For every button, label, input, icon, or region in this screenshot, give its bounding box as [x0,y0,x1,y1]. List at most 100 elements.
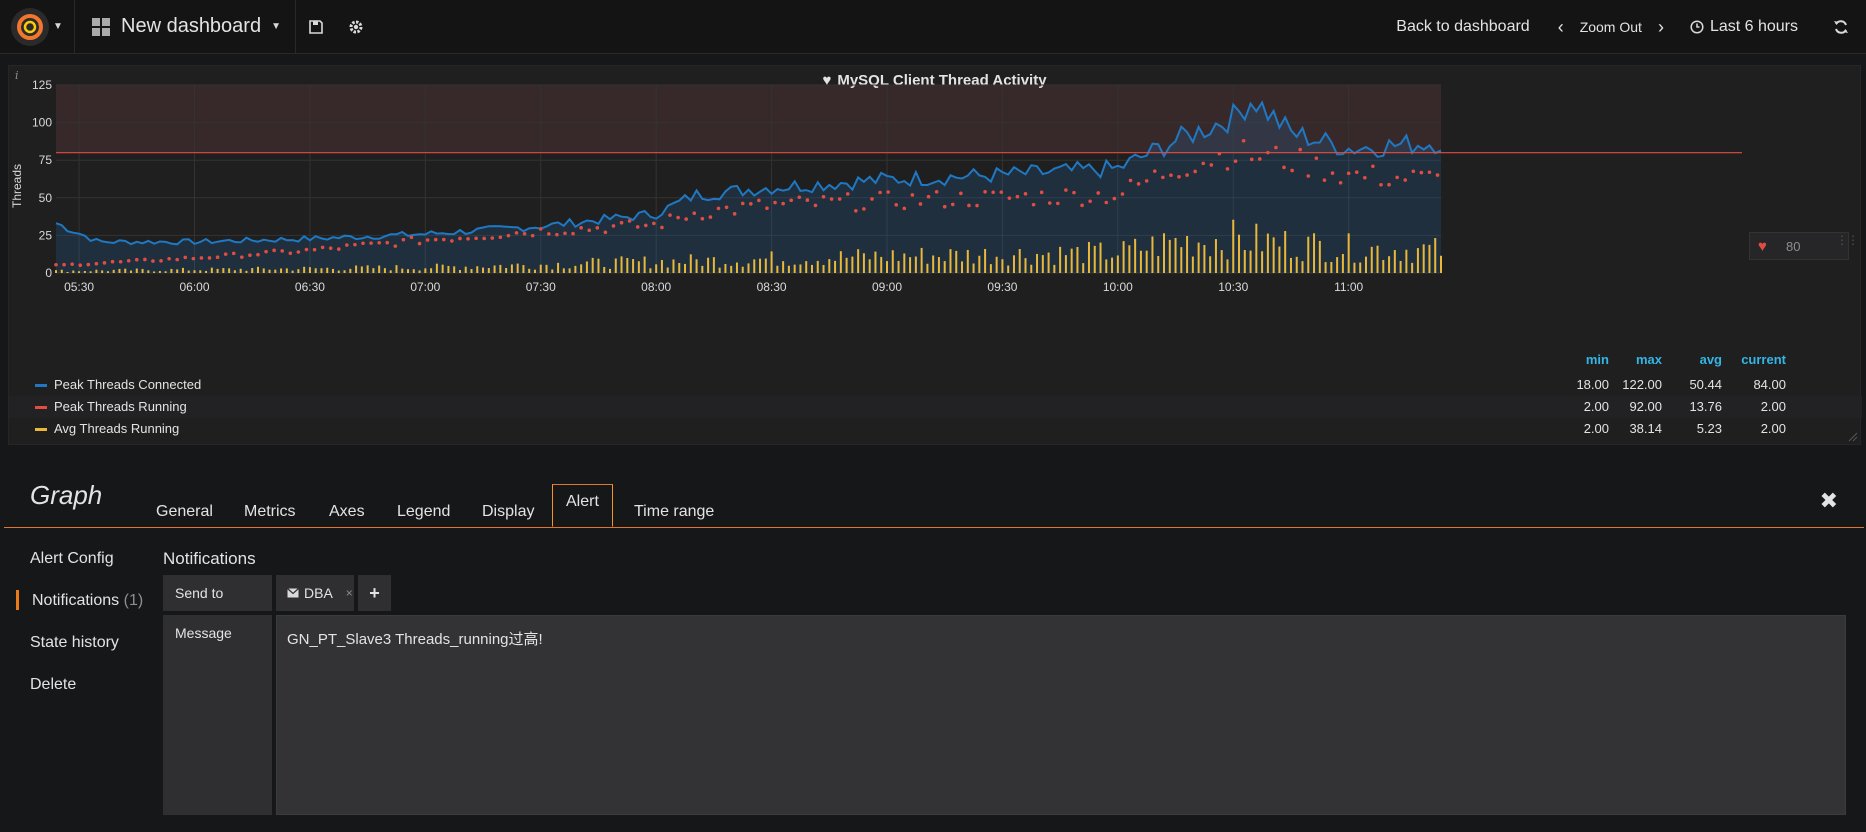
legend-row[interactable]: Peak Threads Connected 18.00 122.00 50.4… [9,374,1862,396]
legend-header-avg[interactable]: avg [1669,352,1722,367]
series-max: 92.00 [1629,399,1662,414]
series-point-peak-threads-running [62,262,66,267]
series-bar-avg-threads-running [1440,255,1442,273]
series-bar-avg-threads-running [551,269,554,273]
series-bar-avg-threads-running [1139,250,1142,273]
sidebar-item-state-history[interactable]: State history [30,634,119,652]
series-point-peak-threads-running [1177,175,1181,179]
remove-chip-icon[interactable]: × [346,586,353,600]
series-bar-avg-threads-running [395,265,398,273]
series-color-swatch[interactable] [35,384,47,387]
series-bar-avg-threads-running [747,263,750,273]
series-point-peak-threads-running [1338,180,1343,185]
save-dashboard-button[interactable] [296,0,336,54]
series-name[interactable]: Peak Threads Connected [54,377,201,392]
series-point-peak-threads-running [118,259,123,264]
zoom-controls: ‹ Zoom Out › [1550,17,1672,38]
series-point-peak-threads-running [369,241,373,245]
thread-activity-chart[interactable]: 0 25 50 75 100 125 05:30 06:00 06:30 07:00 07:30 08… [9,66,1862,366]
legend-row[interactable]: Peak Threads Running 2.00 92.00 13.76 2.… [9,396,1862,418]
series-bar-avg-threads-running [1151,236,1154,273]
legend-header-max[interactable]: max [1609,352,1662,367]
chevron-right-icon[interactable]: › [1658,17,1664,38]
panel-editor: Graph General Metrics Axes Legend Displa… [0,460,1866,832]
panel-resize-handle[interactable] [1848,432,1858,442]
series-point-peak-threads-running [1346,171,1351,176]
chevron-left-icon[interactable]: ‹ [1558,17,1564,38]
series-color-swatch[interactable] [35,406,47,409]
series-current: 2.00 [1760,399,1786,414]
series-min: 2.00 [1583,399,1609,414]
sidebar-item-notifications[interactable]: Notifications (1) [32,592,143,610]
notification-target-chip[interactable]: DBA × [276,575,354,611]
series-bar-avg-threads-running [822,264,825,273]
legend-header-current[interactable]: current [1724,352,1786,367]
series-point-peak-threads-running [1128,178,1133,183]
series-bar-avg-threads-running [626,258,629,273]
series-point-peak-threads-running [1104,200,1109,205]
series-bar-avg-threads-running [55,270,57,273]
series-point-peak-threads-running [1371,164,1375,169]
legend-header-min[interactable]: min [1569,352,1609,367]
series-color-swatch[interactable] [35,428,47,431]
series-point-peak-threads-running [950,202,955,207]
sidebar-item-delete[interactable]: Delete [30,676,76,694]
sidebar-item-alert-config[interactable]: Alert Config [30,550,114,568]
series-bar-avg-threads-running [141,268,144,273]
series-bar-avg-threads-running [914,256,917,273]
series-bar-avg-threads-running [1295,256,1298,273]
series-bar-avg-threads-running [782,261,785,273]
settings-button[interactable] [336,0,376,54]
series-point-peak-threads-running [886,190,890,194]
series-point-peak-threads-running [1064,188,1068,192]
series-bar-avg-threads-running [199,270,202,273]
series-bar-avg-threads-running [689,254,692,273]
series-bar-avg-threads-running [314,268,317,273]
series-bar-avg-threads-running [799,264,802,273]
dashboard-picker[interactable]: New dashboard ▼ [75,0,296,54]
series-bar-avg-threads-running [857,249,860,273]
series-bar-avg-threads-running [482,267,485,273]
series-name[interactable]: Avg Threads Running [54,421,179,436]
series-bar-avg-threads-running [1370,246,1373,273]
series-bar-avg-threads-running [1313,233,1316,273]
legend-row[interactable]: Avg Threads Running 2.00 38.14 5.23 2.00 [9,418,1862,440]
drag-handle-icon[interactable]: ⋮⋮ [1836,234,1859,246]
series-bar-avg-threads-running [949,249,952,273]
series-bar-avg-threads-running [741,266,744,273]
series-bar-avg-threads-running [805,261,808,273]
series-bar-avg-threads-running [135,268,138,273]
series-bar-avg-threads-running [389,270,392,273]
series-bar-avg-threads-running [655,264,658,273]
series-bar-avg-threads-running [418,270,421,273]
series-bar-avg-threads-running [1238,234,1241,273]
series-point-peak-threads-running [983,190,987,194]
series-point-peak-threads-running [1007,196,1012,200]
grafana-menu-button[interactable]: ▼ [0,0,75,54]
message-textarea[interactable]: GN_PT_Slave3 Threads_running过高! [276,615,1846,815]
series-bar-avg-threads-running [1186,235,1189,273]
tab-alert[interactable]: Alert [552,484,613,527]
series-bar-avg-threads-running [759,258,762,273]
close-editor-icon[interactable]: ✖ [1820,488,1838,514]
series-bar-avg-threads-running [83,270,86,273]
back-to-dashboard-link[interactable]: Back to dashboard [1376,18,1549,36]
series-bar-avg-threads-running [787,265,790,273]
series-bar-avg-threads-running [1220,250,1223,273]
x-tick-label: 08:30 [757,280,787,294]
series-bar-avg-threads-running [320,268,323,273]
time-picker[interactable]: Last 6 hours [1672,18,1816,36]
zoom-out-button[interactable]: Zoom Out [1580,19,1642,35]
series-bar-avg-threads-running [1330,261,1333,273]
add-notification-button[interactable]: + [358,575,391,611]
series-point-peak-threads-running [643,223,648,228]
series-name[interactable]: Peak Threads Running [54,399,187,414]
series-point-peak-threads-running [207,256,212,260]
refresh-button[interactable] [1816,19,1866,35]
threshold-handle[interactable]: ♥ 80 ⋮⋮ [1749,232,1859,260]
series-point-peak-threads-running [1290,168,1294,173]
series-bar-avg-threads-running [210,267,213,273]
series-bar-avg-threads-running [124,268,127,273]
series-bar-avg-threads-running [158,270,161,273]
series-point-peak-threads-running [837,197,842,201]
